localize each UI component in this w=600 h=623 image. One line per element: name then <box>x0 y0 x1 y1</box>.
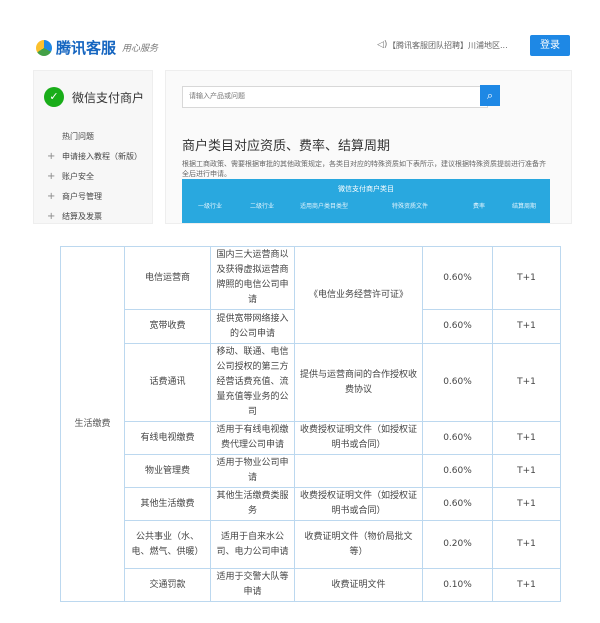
rate-cell: 0.60% <box>422 454 493 488</box>
docs-cell: 《电信业务经营许可证》 <box>294 246 423 344</box>
column-header: 特殊资质文件 <box>391 203 428 210</box>
applicable-cell: 其他生活缴费类服务 <box>210 487 295 521</box>
applicable-cell: 适用于物业公司申请 <box>210 454 295 488</box>
sidebar-item-settlement-invoices[interactable]: + 结算及发票 <box>34 207 152 227</box>
docs-cell: 收费授权证明文件（如授权证明书或合同） <box>294 487 423 521</box>
sidebar-nav: 热门问题 + 申请接入教程（新版） + 账户安全 + 商户号管理 + 结算及发票 <box>34 127 152 227</box>
sidebar-item-onboarding-guide[interactable]: + 申请接入教程（新版） <box>34 147 152 167</box>
subcategory-cell: 公共事业（水、电、燃气、供暖） <box>124 520 211 569</box>
login-button[interactable]: 登录 <box>530 35 570 56</box>
cycle-cell: T+1 <box>492 246 561 310</box>
table-row: 生活缴费 电信运营商 国内三大运营商以及获得虚拟运营商牌照的电信公司申请 《电信… <box>60 246 561 602</box>
sidebar-item-label: 热门问题 <box>62 132 94 141</box>
subcategory-cell: 其他生活缴费 <box>124 487 211 521</box>
column-header: 一级行业 <box>197 203 222 210</box>
rate-cell: 0.60% <box>422 343 493 422</box>
rate-cell: 0.60% <box>422 487 493 521</box>
cycle-cell: T+1 <box>492 343 561 422</box>
fee-table-panel: 生活缴费 电信运营商 国内三大运营商以及获得虚拟运营商牌照的电信公司申请 《电信… <box>60 246 561 602</box>
expand-icon[interactable]: + <box>47 167 55 187</box>
applicable-cell: 适用于自来水公司、电力公司申请 <box>210 520 295 569</box>
rate-cell: 0.10% <box>422 568 493 602</box>
table-caption: 微信支付商户类目 <box>338 185 394 193</box>
logo-subtitle: 用心服务 <box>122 44 159 54</box>
logo-text: 腾讯客服 <box>56 39 117 57</box>
table-row: 话费通讯 移动、联通、电信公司授权的第三方经营话费充值、流量充值等业务的公司 提… <box>61 343 561 422</box>
docs-cell <box>294 454 423 488</box>
subcategory-cell: 话费通讯 <box>124 343 211 422</box>
subcategory-cell: 宽带收费 <box>124 309 211 344</box>
column-header: 结算周期 <box>511 203 536 210</box>
sidebar-item-label: 商户号管理 <box>62 192 102 201</box>
tencent-logo-icon <box>36 39 52 56</box>
notice-banner[interactable]: 【腾讯客服团队招聘】川浦地区... <box>388 40 514 51</box>
subcategory-cell: 物业管理费 <box>124 454 211 488</box>
applicable-cell: 移动、联通、电信公司授权的第三方经营话费充值、流量充值等业务的公司 <box>210 343 295 422</box>
docs-cell: 提供与运营商间的合作授权收费协议 <box>294 343 423 422</box>
table-row: 物业管理费 适用于物业公司申请 0.60% T+1 <box>61 454 561 488</box>
docs-cell: 收费证明文件 <box>294 568 423 602</box>
sidebar-item-label: 账户安全 <box>62 172 94 181</box>
sidebar-item-hot-questions[interactable]: 热门问题 <box>34 127 152 147</box>
rate-cell: 0.60% <box>422 421 493 455</box>
table-row: 交通罚款 适用于交警大队等申请 收费证明文件 0.10% T+1 <box>61 568 561 602</box>
sidebar-item-label: 结算及发票 <box>62 212 102 221</box>
search-input[interactable] <box>182 86 488 108</box>
rate-cell: 0.20% <box>422 520 493 569</box>
cycle-cell: T+1 <box>492 421 561 455</box>
applicable-cell: 国内三大运营商以及获得虚拟运营商牌照的电信公司申请 <box>210 246 295 310</box>
applicable-cell: 适用于交警大队等申请 <box>210 568 295 602</box>
column-header: 费率 <box>472 203 485 210</box>
search-icon: ⌕ <box>486 89 494 102</box>
article-title: 商户类目对应资质、费率、结算周期 <box>182 139 391 154</box>
wechat-pay-icon: ✓ <box>44 87 64 107</box>
tencent-support-logo[interactable]: 腾讯客服 用心服务 <box>36 37 158 58</box>
sidebar-item-label: 申请接入教程（新版） <box>62 152 142 161</box>
search-button[interactable]: ⌕ <box>480 85 500 106</box>
rate-cell: 0.60% <box>422 309 493 344</box>
column-header: 二级行业 <box>249 203 274 210</box>
sidebar-item-account-security[interactable]: + 账户安全 <box>34 167 152 187</box>
table-row: 公共事业（水、电、燃气、供暖） 适用于自来水公司、电力公司申请 收费证明文件（物… <box>61 520 561 569</box>
expand-icon[interactable]: + <box>47 187 55 207</box>
rate-cell: 0.60% <box>422 246 493 310</box>
sidebar-brand-label: 微信支付商户 <box>72 90 145 105</box>
cycle-cell: T+1 <box>492 487 561 521</box>
table-column-headers: 一级行业 二级行业 适用商户类目类型 特殊资质文件 费率 结算周期 <box>182 201 550 217</box>
sidebar-brand[interactable]: ✓ 微信支付商户 <box>44 87 144 107</box>
main-content: ⌕ 商户类目对应资质、费率、结算周期 根据工商政策、需要根据审批的其他政策规定，… <box>165 70 572 224</box>
sidebar-item-merchant-management[interactable]: + 商户号管理 <box>34 187 152 207</box>
column-header: 适用商户类目类型 <box>299 203 348 210</box>
expand-icon[interactable]: + <box>47 147 55 167</box>
cycle-cell: T+1 <box>492 520 561 569</box>
expand-icon[interactable]: + <box>47 207 55 227</box>
subcategory-cell: 有线电视缴费 <box>124 421 211 455</box>
fee-table: 生活缴费 电信运营商 国内三大运营商以及获得虚拟运营商牌照的电信公司申请 《电信… <box>60 246 561 602</box>
cycle-cell: T+1 <box>492 568 561 602</box>
category-table-header: 微信支付商户类目 一级行业 二级行业 适用商户类目类型 特殊资质文件 费率 结算… <box>182 179 550 223</box>
docs-cell: 收费证明文件（物价局批文等） <box>294 520 423 569</box>
top-bar: 腾讯客服 用心服务 ◁) 【腾讯客服团队招聘】川浦地区... 登录 <box>0 0 600 60</box>
sidebar: ✓ 微信支付商户 热门问题 + 申请接入教程（新版） + 账户安全 + 商户号管理 +… <box>33 70 153 224</box>
docs-cell: 收费授权证明文件（如授权证明书或合同） <box>294 421 423 455</box>
cycle-cell: T+1 <box>492 309 561 344</box>
table-row: 其他生活缴费 其他生活缴费类服务 收费授权证明文件（如授权证明书或合同） 0.6… <box>61 487 561 521</box>
table-row: 有线电视缴费 适用于有线电视缴费代理公司申请 收费授权证明文件（如授权证明书或合… <box>61 421 561 455</box>
category-cell: 生活缴费 <box>60 246 125 602</box>
applicable-cell: 适用于有线电视缴费代理公司申请 <box>210 421 295 455</box>
article-description: 根据工商政策、需要根据审批的其他政策规定，各类目对应的特殊资质如下表所示，建议根… <box>182 160 546 178</box>
subcategory-cell: 电信运营商 <box>124 246 211 310</box>
speaker-icon: ◁) <box>377 40 388 50</box>
cycle-cell: T+1 <box>492 454 561 488</box>
subcategory-cell: 交通罚款 <box>124 568 211 602</box>
applicable-cell: 提供宽带网络接入的公司申请 <box>210 309 295 344</box>
